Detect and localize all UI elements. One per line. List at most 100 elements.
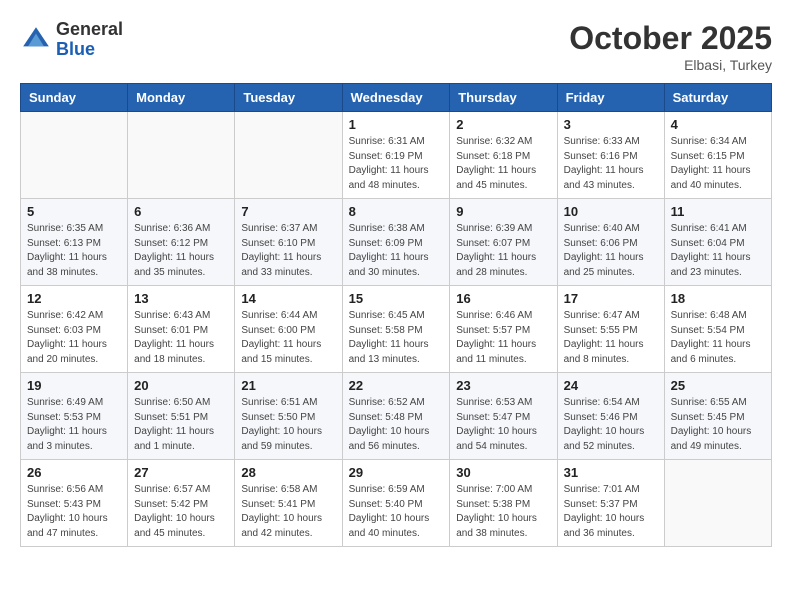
day-number: 12 <box>27 291 121 306</box>
day-number: 18 <box>671 291 765 306</box>
day-number: 8 <box>349 204 444 219</box>
day-detail: Sunrise: 6:44 AM Sunset: 6:00 PM Dayligh… <box>241 309 335 367</box>
weekday-header-tuesday: Tuesday <box>235 84 342 112</box>
day-detail: Sunrise: 6:31 AM Sunset: 6:19 PM Dayligh… <box>349 135 444 193</box>
day-detail: Sunrise: 6:32 AM Sunset: 6:18 PM Dayligh… <box>456 135 550 193</box>
day-number: 13 <box>134 291 228 306</box>
calendar-cell <box>664 460 771 547</box>
day-detail: Sunrise: 7:01 AM Sunset: 5:37 PM Dayligh… <box>564 483 658 541</box>
day-number: 29 <box>349 465 444 480</box>
day-detail: Sunrise: 6:56 AM Sunset: 5:43 PM Dayligh… <box>27 483 121 541</box>
day-detail: Sunrise: 6:49 AM Sunset: 5:53 PM Dayligh… <box>27 396 121 454</box>
day-number: 1 <box>349 117 444 132</box>
day-number: 23 <box>456 378 550 393</box>
day-number: 10 <box>564 204 658 219</box>
calendar-cell: 7Sunrise: 6:37 AM Sunset: 6:10 PM Daylig… <box>235 199 342 286</box>
day-detail: Sunrise: 6:48 AM Sunset: 5:54 PM Dayligh… <box>671 309 765 367</box>
calendar-cell: 18 Sunrise: 6:48 AM Sunset: 5:54 PM Dayli… <box>664 286 771 373</box>
calendar-cell <box>128 112 235 199</box>
day-detail: Sunrise: 6:35 AM Sunset: 6:13 PM Dayligh… <box>27 222 121 280</box>
day-detail: Sunrise: 6:46 AM Sunset: 5:57 PM Dayligh… <box>456 309 550 367</box>
calendar-cell: 28 Sunrise: 6:58 AM Sunset: 5:41 PM Dayli… <box>235 460 342 547</box>
calendar-cell: 8 Sunrise: 6:38 AM Sunset: 6:09 PM Daylig… <box>342 199 450 286</box>
logo-text: General Blue <box>56 20 123 60</box>
day-number: 5 <box>27 204 121 219</box>
calendar-week-4: 19Sunrise: 6:49 AM Sunset: 5:53 PM Dayli… <box>21 373 772 460</box>
calendar-cell: 10 Sunrise: 6:40 AM Sunset: 6:06 PM Dayli… <box>557 199 664 286</box>
day-number: 2 <box>456 117 550 132</box>
weekday-header-friday: Friday <box>557 84 664 112</box>
day-number: 6 <box>134 204 228 219</box>
day-detail: Sunrise: 6:58 AM Sunset: 5:41 PM Dayligh… <box>241 483 335 541</box>
calendar-cell <box>21 112 128 199</box>
day-detail: Sunrise: 6:38 AM Sunset: 6:09 PM Dayligh… <box>349 222 444 280</box>
calendar-cell: 23 Sunrise: 6:53 AM Sunset: 5:47 PM Dayli… <box>450 373 557 460</box>
calendar-week-1: 1 Sunrise: 6:31 AM Sunset: 6:19 PM Daylig… <box>21 112 772 199</box>
calendar-cell: 13 Sunrise: 6:43 AM Sunset: 6:01 PM Dayli… <box>128 286 235 373</box>
day-number: 15 <box>349 291 444 306</box>
calendar-cell: 2 Sunrise: 6:32 AM Sunset: 6:18 PM Daylig… <box>450 112 557 199</box>
page-header: General Blue October 2025 Elbasi, Turkey <box>20 20 772 73</box>
day-number: 11 <box>671 204 765 219</box>
day-number: 31 <box>564 465 658 480</box>
day-detail: Sunrise: 6:34 AM Sunset: 6:15 PM Dayligh… <box>671 135 765 193</box>
day-detail: Sunrise: 6:51 AM Sunset: 5:50 PM Dayligh… <box>241 396 335 454</box>
day-number: 22 <box>349 378 444 393</box>
weekday-header-thursday: Thursday <box>450 84 557 112</box>
day-detail: Sunrise: 6:42 AM Sunset: 6:03 PM Dayligh… <box>27 309 121 367</box>
day-number: 27 <box>134 465 228 480</box>
day-number: 30 <box>456 465 550 480</box>
logo-icon <box>20 24 52 56</box>
calendar-cell: 12 Sunrise: 6:42 AM Sunset: 6:03 PM Dayli… <box>21 286 128 373</box>
day-detail: Sunrise: 7:00 AM Sunset: 5:38 PM Dayligh… <box>456 483 550 541</box>
calendar-cell: 17Sunrise: 6:47 AM Sunset: 5:55 PM Dayli… <box>557 286 664 373</box>
calendar-cell: 31 Sunrise: 7:01 AM Sunset: 5:37 PM Dayli… <box>557 460 664 547</box>
calendar-cell: 4Sunrise: 6:34 AM Sunset: 6:15 PM Daylig… <box>664 112 771 199</box>
day-detail: Sunrise: 6:39 AM Sunset: 6:07 PM Dayligh… <box>456 222 550 280</box>
day-number: 17 <box>564 291 658 306</box>
day-number: 26 <box>27 465 121 480</box>
calendar-cell: 14 Sunrise: 6:44 AM Sunset: 6:00 PM Dayli… <box>235 286 342 373</box>
day-detail: Sunrise: 6:59 AM Sunset: 5:40 PM Dayligh… <box>349 483 444 541</box>
day-detail: Sunrise: 6:52 AM Sunset: 5:48 PM Dayligh… <box>349 396 444 454</box>
day-number: 24 <box>564 378 658 393</box>
calendar-cell: 19Sunrise: 6:49 AM Sunset: 5:53 PM Dayli… <box>21 373 128 460</box>
weekday-header-sunday: Sunday <box>21 84 128 112</box>
logo-blue-text: Blue <box>56 39 95 59</box>
calendar-cell: 20Sunrise: 6:50 AM Sunset: 5:51 PM Dayli… <box>128 373 235 460</box>
calendar-cell: 30 Sunrise: 7:00 AM Sunset: 5:38 PM Dayli… <box>450 460 557 547</box>
calendar-cell: 11 Sunrise: 6:41 AM Sunset: 6:04 PM Dayli… <box>664 199 771 286</box>
day-detail: Sunrise: 6:43 AM Sunset: 6:01 PM Dayligh… <box>134 309 228 367</box>
weekday-header-monday: Monday <box>128 84 235 112</box>
logo-general-text: General <box>56 19 123 39</box>
day-detail: Sunrise: 6:53 AM Sunset: 5:47 PM Dayligh… <box>456 396 550 454</box>
day-detail: Sunrise: 6:55 AM Sunset: 5:45 PM Dayligh… <box>671 396 765 454</box>
calendar-cell: 22 Sunrise: 6:52 AM Sunset: 5:48 PM Dayli… <box>342 373 450 460</box>
title-block: October 2025 Elbasi, Turkey <box>569 20 772 73</box>
day-detail: Sunrise: 6:50 AM Sunset: 5:51 PM Dayligh… <box>134 396 228 454</box>
day-detail: Sunrise: 6:40 AM Sunset: 6:06 PM Dayligh… <box>564 222 658 280</box>
day-number: 21 <box>241 378 335 393</box>
calendar-cell: 24 Sunrise: 6:54 AM Sunset: 5:46 PM Dayli… <box>557 373 664 460</box>
day-number: 9 <box>456 204 550 219</box>
day-detail: Sunrise: 6:54 AM Sunset: 5:46 PM Dayligh… <box>564 396 658 454</box>
calendar-cell: 6 Sunrise: 6:36 AM Sunset: 6:12 PM Daylig… <box>128 199 235 286</box>
weekday-header-wednesday: Wednesday <box>342 84 450 112</box>
day-detail: Sunrise: 6:36 AM Sunset: 6:12 PM Dayligh… <box>134 222 228 280</box>
day-number: 14 <box>241 291 335 306</box>
day-detail: Sunrise: 6:41 AM Sunset: 6:04 PM Dayligh… <box>671 222 765 280</box>
weekday-header-row: SundayMondayTuesdayWednesdayThursdayFrid… <box>21 84 772 112</box>
day-number: 16 <box>456 291 550 306</box>
calendar-cell: 25Sunrise: 6:55 AM Sunset: 5:45 PM Dayli… <box>664 373 771 460</box>
calendar-week-5: 26 Sunrise: 6:56 AM Sunset: 5:43 PM Dayli… <box>21 460 772 547</box>
day-detail: Sunrise: 6:45 AM Sunset: 5:58 PM Dayligh… <box>349 309 444 367</box>
day-number: 28 <box>241 465 335 480</box>
calendar-cell: 5 Sunrise: 6:35 AM Sunset: 6:13 PM Daylig… <box>21 199 128 286</box>
day-number: 7 <box>241 204 335 219</box>
calendar-cell: 26 Sunrise: 6:56 AM Sunset: 5:43 PM Dayli… <box>21 460 128 547</box>
calendar-week-2: 5 Sunrise: 6:35 AM Sunset: 6:13 PM Daylig… <box>21 199 772 286</box>
day-number: 3 <box>564 117 658 132</box>
logo: General Blue <box>20 20 123 60</box>
calendar-cell: 3 Sunrise: 6:33 AM Sunset: 6:16 PM Daylig… <box>557 112 664 199</box>
day-detail: Sunrise: 6:33 AM Sunset: 6:16 PM Dayligh… <box>564 135 658 193</box>
